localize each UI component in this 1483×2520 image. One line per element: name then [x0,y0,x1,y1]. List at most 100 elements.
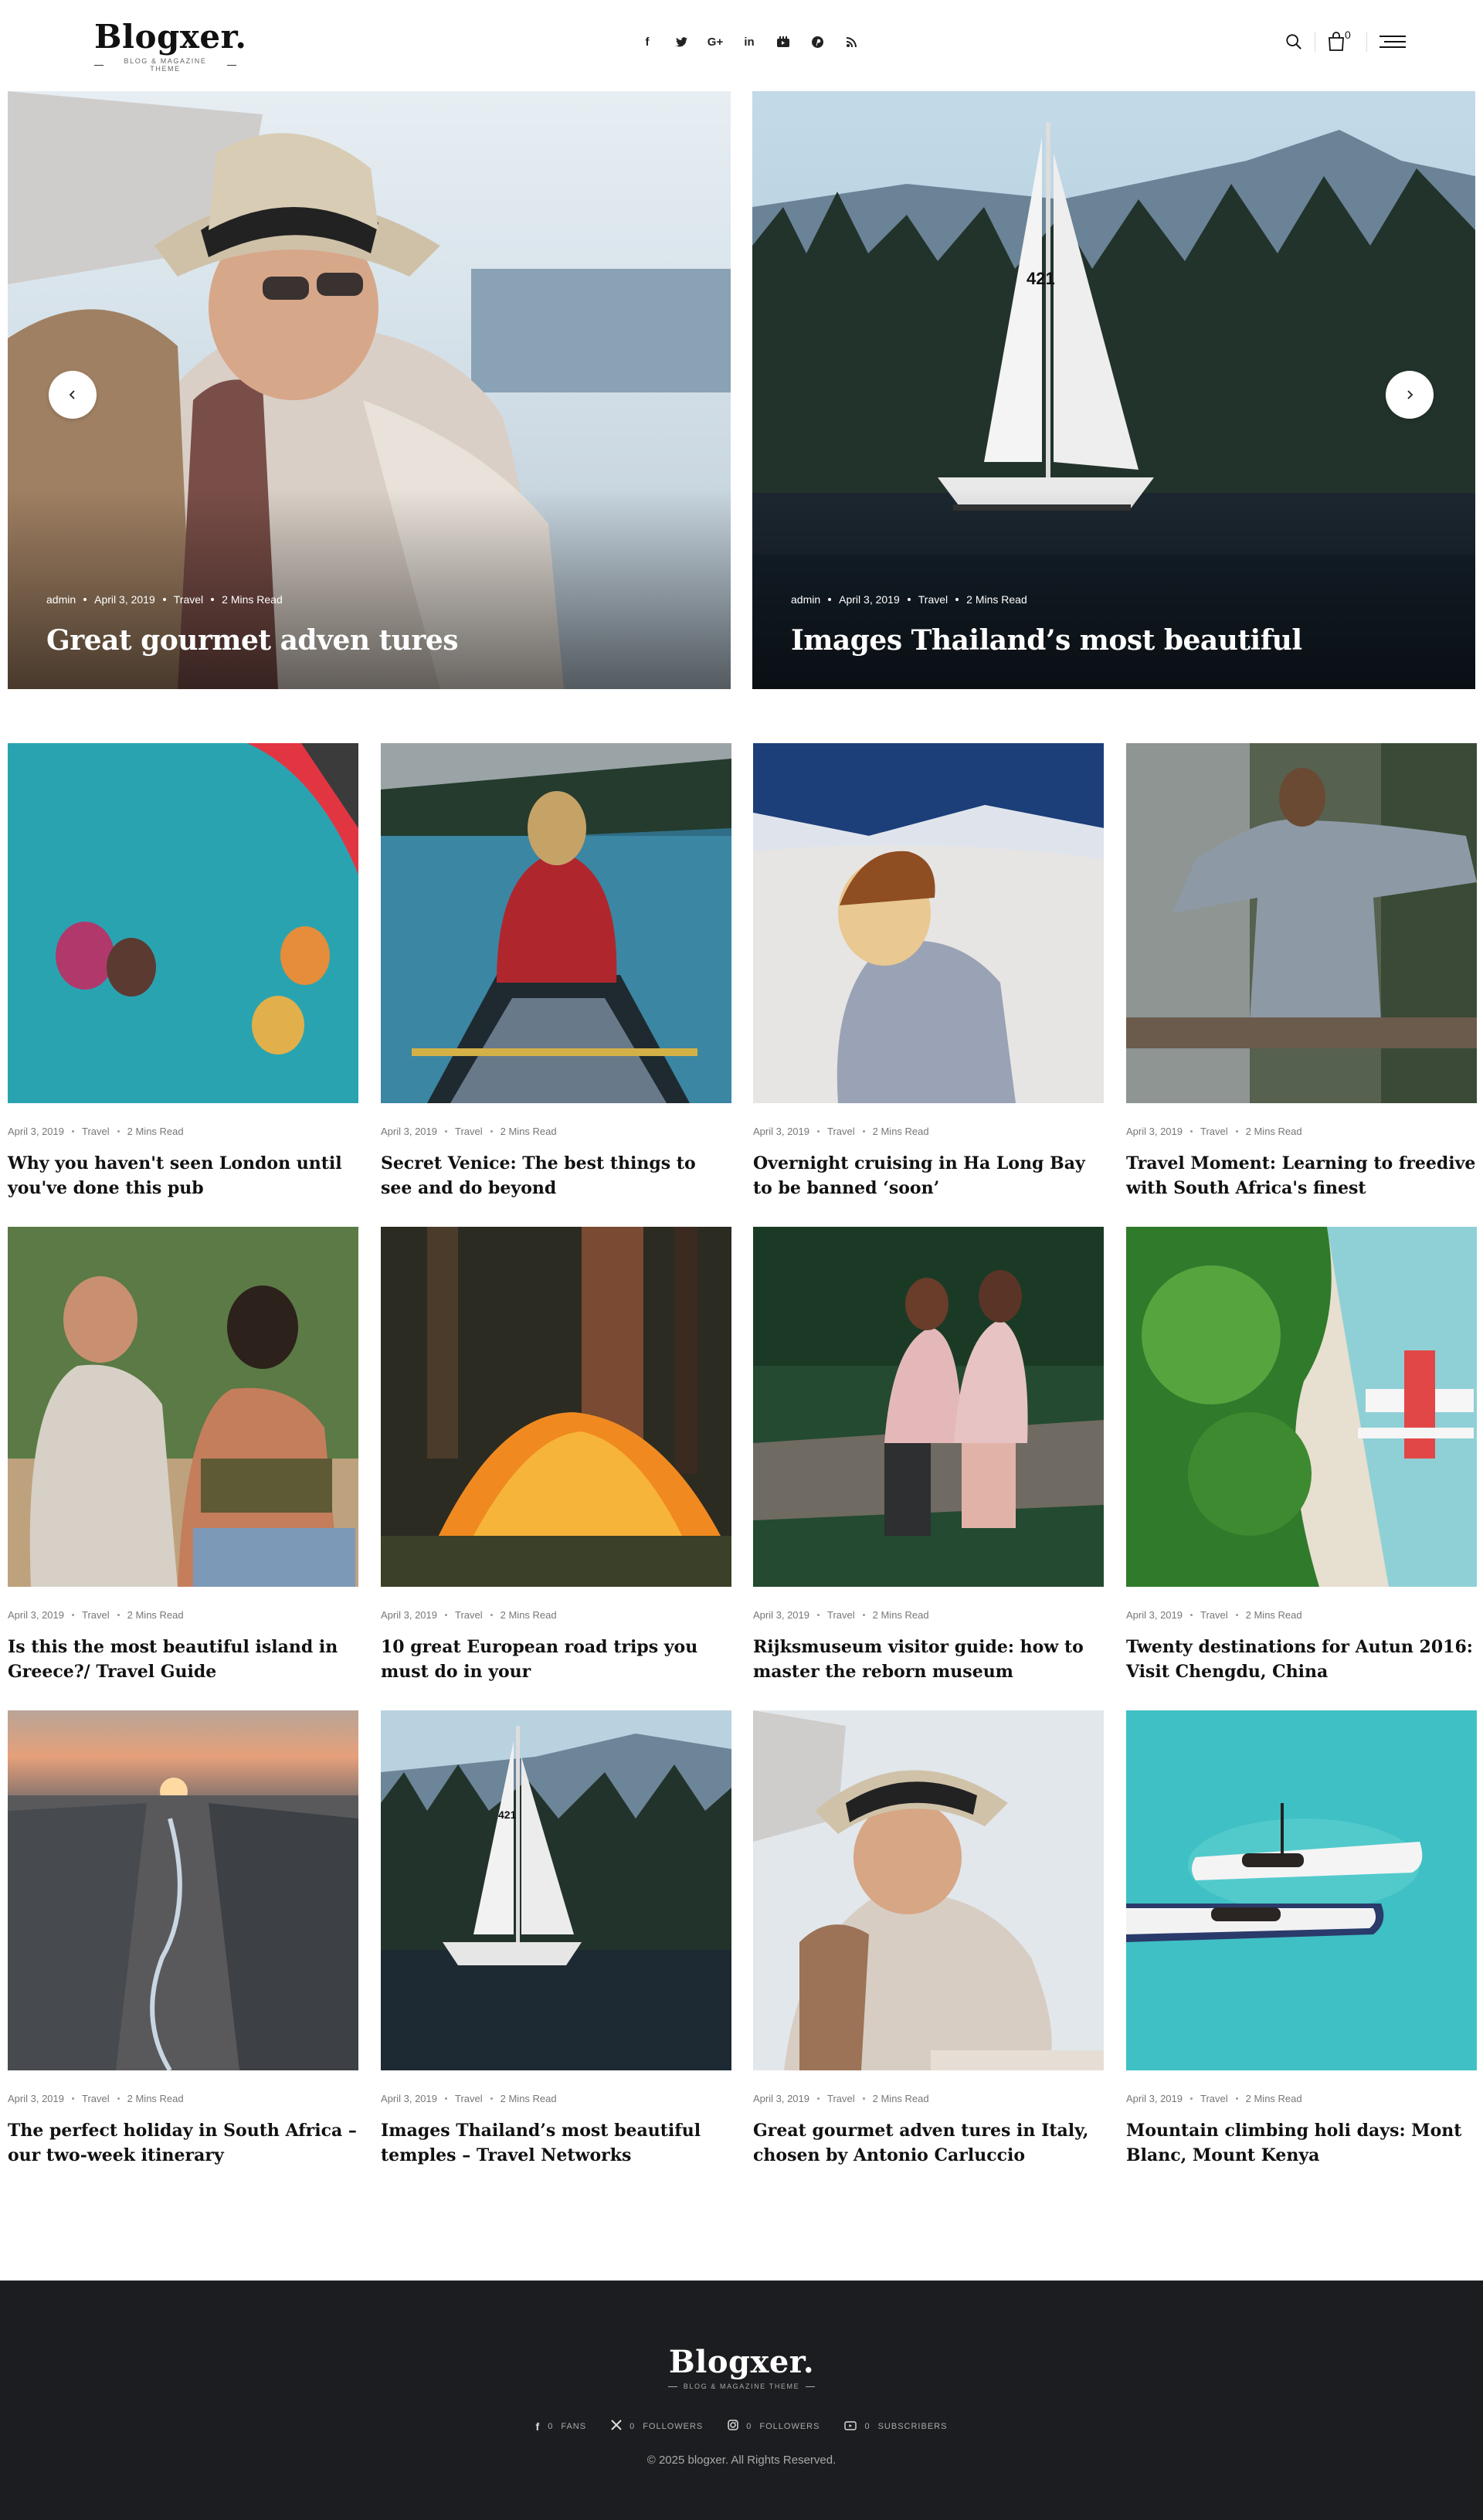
post-thumbnail[interactable] [381,1227,731,1587]
post-card[interactable]: April 3, 2019 Travel 2 Mins Read Great g… [753,1710,1104,2174]
stat-count: 0 [548,2421,554,2431]
post-card[interactable]: April 3, 2019 Travel 2 Mins Read Mountai… [1126,1710,1477,2174]
rss-icon[interactable] [834,32,868,51]
post-category[interactable]: Travel [455,1609,483,1621]
post-thumbnail[interactable] [753,1710,1104,2070]
post-read-time: 2 Mins Read [127,1126,184,1137]
post-date: April 3, 2019 [753,1126,809,1137]
footer-instagram-stat[interactable]: 0 FOLLOWERS [728,2420,820,2433]
post-thumbnail[interactable]: 421 [381,1710,731,2070]
post-category[interactable]: Travel [827,2093,855,2104]
post-date: April 3, 2019 [381,1126,437,1137]
svg-text:421: 421 [498,1808,517,1821]
stat-label: FOLLOWERS [643,2421,704,2431]
post-meta: April 3, 2019 Travel 2 Mins Read [381,1609,557,1621]
logo-tagline: BLOG & MAGAZINE THEME [94,57,237,73]
slide-title[interactable]: Images Thailand’s most beautiful [791,624,1302,657]
post-thumbnail[interactable] [1126,743,1477,1103]
post-category[interactable]: Travel [82,1609,110,1621]
site-logo[interactable]: Blogxer. BLOG & MAGAZINE THEME [94,19,246,73]
post-thumbnail[interactable] [1126,1710,1477,2070]
post-meta: April 3, 2019 Travel 2 Mins Read [1126,1126,1302,1137]
post-date: April 3, 2019 [753,2093,809,2104]
slide-meta: admin April 3, 2019 Travel 2 Mins Read [791,593,1027,606]
footer-youtube-stat[interactable]: 0 SUBSCRIBERS [844,2420,947,2433]
post-category[interactable]: Travel [455,1126,483,1137]
post-thumbnail[interactable] [753,1227,1104,1587]
google-plus-icon[interactable]: G+ [698,32,732,51]
post-author[interactable]: admin [46,593,76,606]
post-card[interactable]: April 3, 2019 Travel 2 Mins Read Twenty … [1126,1227,1477,1690]
post-thumbnail[interactable] [1126,1227,1477,1587]
svg-text:421: 421 [1027,269,1055,288]
stat-count: 0 [864,2421,870,2431]
post-category[interactable]: Travel [1200,2093,1228,2104]
post-card[interactable]: April 3, 2019 Travel 2 Mins Read Overnig… [753,743,1104,1207]
youtube-icon[interactable] [766,32,800,51]
slider-prev-button[interactable] [49,371,97,419]
pinterest-icon[interactable] [800,32,834,51]
post-title[interactable]: Why you haven't seen London until you've… [8,1151,358,1201]
post-category[interactable]: Travel [174,593,203,606]
post-card[interactable]: April 3, 2019 Travel 2 Mins Read The per… [8,1710,358,2174]
slider-next-button[interactable] [1386,371,1434,419]
post-card[interactable]: April 3, 2019 Travel 2 Mins Read Rijksmu… [753,1227,1104,1690]
footer-logo[interactable]: Blogxer. BLOG & MAGAZINE THEME [0,2344,1483,2390]
cart-button[interactable]: 0 [1328,29,1354,52]
post-title[interactable]: 10 great European road trips you must do… [381,1635,731,1684]
slide-1[interactable]: admin April 3, 2019 Travel 2 Mins Read G… [8,91,731,689]
post-title[interactable]: Travel Moment: Learning to freedive with… [1126,1151,1477,1201]
post-card[interactable]: April 3, 2019 Travel 2 Mins Read Is this… [8,1227,358,1690]
divider [1366,32,1367,52]
twitter-icon[interactable] [664,32,698,51]
post-card[interactable]: April 3, 2019 Travel 2 Mins Read Secret … [381,743,731,1207]
menu-icon[interactable] [1379,34,1406,49]
post-title[interactable]: Rijksmuseum visitor guide: how to master… [753,1635,1104,1684]
post-category[interactable]: Travel [1200,1126,1228,1137]
post-thumbnail[interactable] [8,1710,358,2070]
post-category[interactable]: Travel [827,1609,855,1621]
post-category[interactable]: Travel [827,1126,855,1137]
footer-x-stat[interactable]: 0 FOLLOWERS [611,2420,703,2433]
post-title[interactable]: Is this the most beautiful island in Gre… [8,1635,358,1684]
post-category[interactable]: Travel [82,2093,110,2104]
slide-meta: admin April 3, 2019 Travel 2 Mins Read [46,593,283,606]
cart-count: 0 [1345,29,1351,41]
footer-facebook-stat[interactable]: f 0 FANS [536,2420,587,2433]
slide-2[interactable]: 421 admin April 3, 2019 Travel 2 Mins Re… [752,91,1475,689]
post-read-time: 2 Mins Read [872,1609,929,1621]
post-title[interactable]: Images Thailand’s most beautiful temples… [381,2118,731,2168]
post-thumbnail[interactable] [8,743,358,1103]
linkedin-icon[interactable]: in [732,32,766,51]
post-read-time: 2 Mins Read [872,1126,929,1137]
post-date: April 3, 2019 [381,2093,437,2104]
post-title[interactable]: Overnight cruising in Ha Long Bay to be … [753,1151,1104,1201]
post-category[interactable]: Travel [918,593,948,606]
footer-logo-text: Blogxer. [668,2344,815,2380]
post-card[interactable]: April 3, 2019 Travel 2 Mins Read Why you… [8,743,358,1207]
post-thumbnail[interactable] [753,743,1104,1103]
post-title[interactable]: Twenty destinations for Autun 2016: Visi… [1126,1635,1477,1684]
post-title[interactable]: Mountain climbing holi days: Mont Blanc,… [1126,2118,1477,2168]
post-read-time: 2 Mins Read [966,593,1027,606]
post-author[interactable]: admin [791,593,820,606]
post-category[interactable]: Travel [82,1126,110,1137]
site-header: Blogxer. BLOG & MAGAZINE THEME f G+ in 0 [0,0,1483,85]
search-icon[interactable] [1285,33,1302,50]
post-category[interactable]: Travel [455,2093,483,2104]
post-category[interactable]: Travel [1200,1609,1228,1621]
post-card[interactable]: April 3, 2019 Travel 2 Mins Read Travel … [1126,743,1477,1207]
post-thumbnail[interactable] [8,1227,358,1587]
post-title[interactable]: Great gourmet adven tures in Italy, chos… [753,2118,1104,2168]
x-icon [611,2420,622,2433]
post-card[interactable]: 421 April 3, 2019 Travel 2 Mins Read Ima… [381,1710,731,2174]
slide-title[interactable]: Great gourmet adven tures [46,624,459,657]
post-meta: April 3, 2019 Travel 2 Mins Read [753,1609,929,1621]
post-card[interactable]: April 3, 2019 Travel 2 Mins Read 10 grea… [381,1227,731,1690]
post-date: April 3, 2019 [8,1609,64,1621]
post-date: April 3, 2019 [753,1609,809,1621]
post-title[interactable]: The perfect holiday in South Africa – ou… [8,2118,358,2168]
post-thumbnail[interactable] [381,743,731,1103]
post-title[interactable]: Secret Venice: The best things to see an… [381,1151,731,1201]
facebook-icon[interactable]: f [630,32,664,51]
